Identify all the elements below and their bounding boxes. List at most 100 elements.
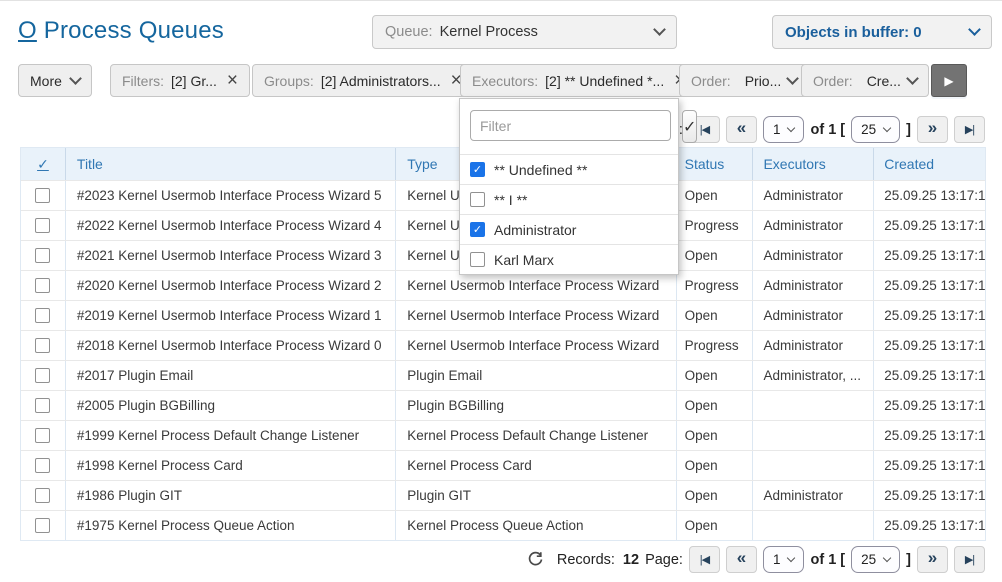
row-status: Open bbox=[676, 241, 753, 270]
executor-option[interactable]: ** I ** bbox=[460, 184, 678, 214]
row-executors: Administrator bbox=[752, 241, 873, 270]
next-page-button[interactable]: » bbox=[917, 546, 948, 573]
first-page-button[interactable]: |◀ bbox=[689, 546, 720, 573]
close-icon[interactable]: × bbox=[227, 71, 238, 90]
groups-chip-label: Groups: bbox=[264, 73, 314, 89]
select-all-link[interactable]: ✓ bbox=[37, 156, 49, 173]
table-row[interactable]: #1998 Kernel Process Card Kernel Process… bbox=[21, 450, 985, 480]
row-title: #2019 Kernel Usermob Interface Process W… bbox=[65, 301, 395, 330]
order-priority-select[interactable]: Order: Prio... bbox=[679, 64, 809, 97]
table-row[interactable]: #2017 Plugin Email Plugin Email Open Adm… bbox=[21, 360, 985, 390]
row-checkbox[interactable] bbox=[35, 338, 50, 353]
table-row[interactable]: #1975 Kernel Process Queue Action Kernel… bbox=[21, 510, 985, 540]
chevron-down-icon bbox=[883, 554, 891, 562]
chevron-down-icon bbox=[69, 72, 82, 85]
prev-page-button[interactable]: « bbox=[726, 116, 757, 143]
buffer-count: 0 bbox=[913, 24, 921, 41]
row-title: #2023 Kernel Usermob Interface Process W… bbox=[65, 181, 395, 210]
prev-page-button[interactable]: « bbox=[726, 546, 757, 573]
row-status: Open bbox=[676, 481, 753, 510]
row-type: Kernel Usermob Interface Process Wizard bbox=[395, 271, 675, 300]
page-label: Page: bbox=[645, 552, 683, 568]
row-executors: Administrator, ... bbox=[752, 361, 873, 390]
order-created-label: Order: bbox=[813, 73, 853, 89]
page-number-select[interactable]: 1 bbox=[763, 116, 805, 143]
table-row[interactable]: #2005 Plugin BGBilling Plugin BGBilling … bbox=[21, 390, 985, 420]
row-title: #2005 Plugin BGBilling bbox=[65, 391, 395, 420]
next-page-button[interactable]: » bbox=[917, 116, 948, 143]
order-priority-value: Prio... bbox=[745, 73, 782, 89]
row-type: Kernel Process Queue Action bbox=[395, 511, 675, 540]
row-checkbox[interactable] bbox=[35, 428, 50, 443]
order-priority-label: Order: bbox=[691, 73, 731, 89]
option-checkbox[interactable] bbox=[470, 252, 485, 267]
page-of-text: of 1 [ bbox=[810, 552, 845, 568]
row-executors: Administrator bbox=[752, 331, 873, 360]
header-status[interactable]: Status bbox=[676, 148, 753, 180]
row-checkbox[interactable] bbox=[35, 278, 50, 293]
row-status: Progress bbox=[676, 331, 753, 360]
option-checkbox[interactable] bbox=[470, 192, 485, 207]
option-checkbox[interactable]: ✓ bbox=[470, 222, 485, 237]
table-row[interactable]: #1986 Plugin GIT Plugin GIT Open Adminis… bbox=[21, 480, 985, 510]
row-status: Open bbox=[676, 391, 753, 420]
row-checkbox[interactable] bbox=[35, 458, 50, 473]
bracket-close: ] bbox=[906, 122, 911, 138]
row-checkbox[interactable] bbox=[35, 488, 50, 503]
queue-select[interactable]: Queue: Kernel Process bbox=[372, 15, 677, 49]
page-size-select[interactable]: 25 bbox=[851, 116, 900, 143]
row-type: Plugin Email bbox=[395, 361, 675, 390]
row-executors: Administrator bbox=[752, 271, 873, 300]
row-type: Kernel Usermob Interface Process Wizard bbox=[395, 331, 675, 360]
row-executors bbox=[752, 391, 873, 420]
executor-option[interactable]: Karl Marx bbox=[460, 244, 678, 274]
table-row[interactable]: #1999 Kernel Process Default Change List… bbox=[21, 420, 985, 450]
order-created-select[interactable]: Order: Cre... bbox=[801, 64, 929, 97]
row-checkbox[interactable] bbox=[35, 188, 50, 203]
page-number-select[interactable]: 1 bbox=[763, 546, 805, 573]
last-page-button[interactable]: ▶| bbox=[954, 546, 985, 573]
executors-apply-button[interactable]: ✓ bbox=[682, 110, 697, 143]
row-status: Progress bbox=[676, 211, 753, 240]
filters-chip[interactable]: Filters: [2] Gr... × bbox=[110, 64, 250, 97]
row-checkbox[interactable] bbox=[35, 218, 50, 233]
row-checkbox[interactable] bbox=[35, 308, 50, 323]
row-executors: Administrator bbox=[752, 481, 873, 510]
filters-chip-label: Filters: bbox=[122, 73, 164, 89]
page-number-value: 1 bbox=[773, 552, 781, 567]
row-created: 25.09.25 13:17:17 bbox=[873, 211, 985, 240]
chevron-down-icon bbox=[883, 124, 891, 132]
header-title[interactable]: Title bbox=[65, 148, 395, 180]
row-title: #2021 Kernel Usermob Interface Process W… bbox=[65, 241, 395, 270]
run-button[interactable]: ▶ bbox=[931, 64, 967, 97]
more-button[interactable]: More bbox=[18, 64, 92, 97]
refresh-icon[interactable] bbox=[527, 551, 544, 568]
row-type: Kernel Process Default Change Listener bbox=[395, 421, 675, 450]
page-size-select[interactable]: 25 bbox=[851, 546, 900, 573]
row-checkbox[interactable] bbox=[35, 398, 50, 413]
groups-chip[interactable]: Groups: [2] Administrators... × bbox=[252, 64, 474, 97]
row-checkbox[interactable] bbox=[35, 248, 50, 263]
page-title-text: Process Queues bbox=[44, 17, 224, 44]
groups-chip-value: [2] Administrators... bbox=[321, 73, 441, 89]
last-page-button[interactable]: ▶| bbox=[954, 116, 985, 143]
chevron-down-icon bbox=[968, 23, 981, 36]
order-created-value: Cre... bbox=[867, 73, 901, 89]
row-checkbox-cell bbox=[21, 391, 65, 420]
executor-option[interactable]: ✓ ** Undefined ** bbox=[460, 154, 678, 184]
buffer-select[interactable]: Objects in buffer: 0 bbox=[772, 15, 992, 49]
table-row[interactable]: #2019 Kernel Usermob Interface Process W… bbox=[21, 300, 985, 330]
option-label: Administrator bbox=[494, 222, 576, 238]
row-checkbox[interactable] bbox=[35, 518, 50, 533]
row-checkbox[interactable] bbox=[35, 368, 50, 383]
header-created[interactable]: Created bbox=[873, 148, 985, 180]
table-row[interactable]: #2018 Kernel Usermob Interface Process W… bbox=[21, 330, 985, 360]
page-size-value: 25 bbox=[861, 122, 876, 137]
executors-chip[interactable]: Executors: [2] ** Undefined *... × bbox=[460, 64, 697, 97]
row-created: 25.09.25 13:17:16 bbox=[873, 331, 985, 360]
option-checkbox[interactable]: ✓ bbox=[470, 162, 485, 177]
header-executors[interactable]: Executors bbox=[752, 148, 873, 180]
executor-option[interactable]: ✓ Administrator bbox=[460, 214, 678, 244]
executors-filter-input[interactable] bbox=[470, 110, 671, 141]
option-label: Karl Marx bbox=[494, 252, 554, 268]
